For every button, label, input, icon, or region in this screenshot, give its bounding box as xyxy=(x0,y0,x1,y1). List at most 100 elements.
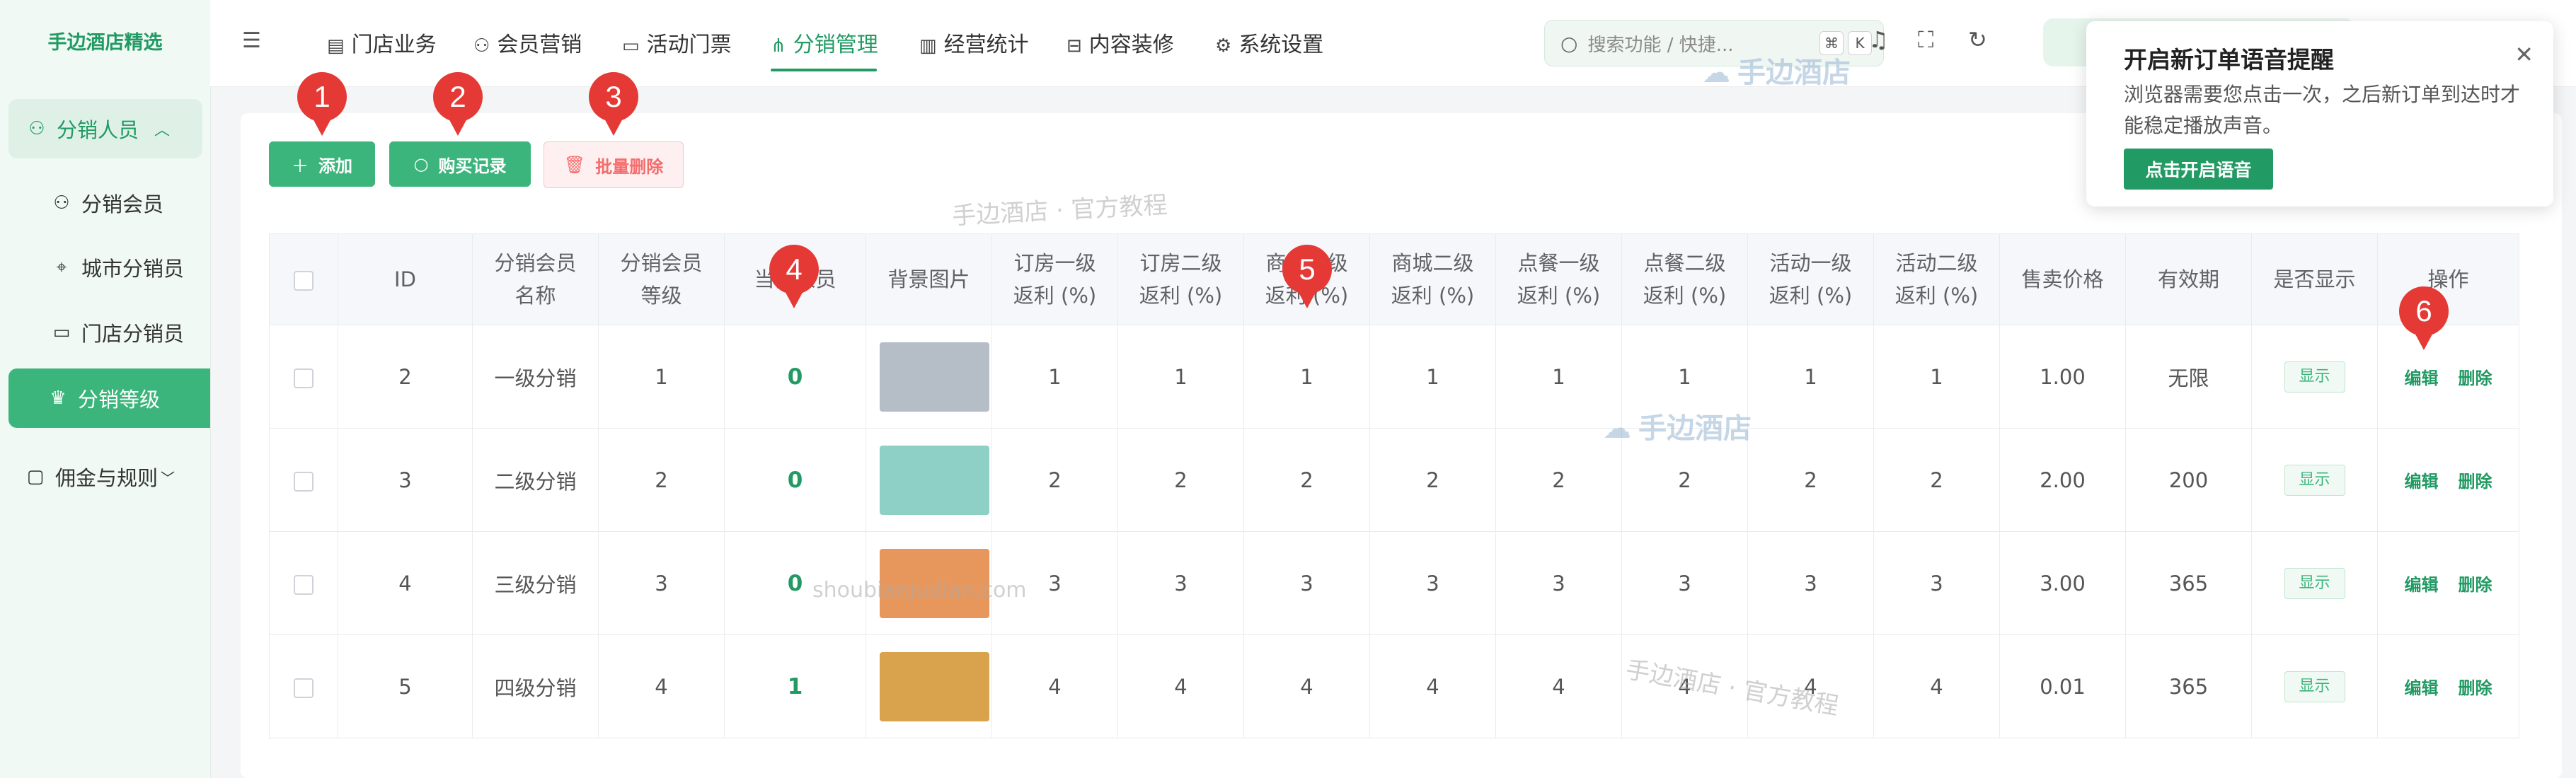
cell-name: 三级分销 xyxy=(472,531,599,635)
tab-settings[interactable]: ⚙ 系统设置 xyxy=(1215,27,1323,58)
edit-link[interactable]: 编辑 xyxy=(2405,472,2439,492)
tab-label: 系统设置 xyxy=(1238,33,1324,57)
column-header: 订房一级 返利 (%) xyxy=(991,233,1118,325)
sidebar-item-city-distributors[interactable]: ⌖ 城市分销员 xyxy=(8,238,210,297)
tab-label: 经营统计 xyxy=(943,33,1029,57)
edit-link[interactable]: 编辑 xyxy=(2405,575,2439,595)
gear-icon: ⚙ xyxy=(1215,35,1232,57)
cell-visibility: 显示 xyxy=(2251,428,2378,532)
refresh-icon[interactable]: ↻ xyxy=(1968,26,1987,53)
thumbnail-image xyxy=(880,548,989,618)
sidebar-item-members[interactable]: ⚇ 分销会员 xyxy=(8,173,210,233)
delete-link[interactable]: 删除 xyxy=(2459,575,2492,595)
cell-rebate: 1 xyxy=(1873,325,2000,429)
add-button[interactable]: ＋ 添加 xyxy=(269,141,375,187)
cell-background-image xyxy=(866,531,992,635)
cell-member-count[interactable]: 0 xyxy=(724,531,866,635)
cell-rebate: 1 xyxy=(1117,325,1244,429)
column-header: 订房二级 返利 (%) xyxy=(1117,233,1244,325)
column-header: 活动一级 返利 (%) xyxy=(1747,233,1874,325)
cell-rebate: 3 xyxy=(1873,531,2000,635)
cell-rebate: 2 xyxy=(1747,428,1874,532)
row-checkbox[interactable] xyxy=(269,531,338,635)
tab-store-business[interactable]: ▤ 门店业务 xyxy=(327,27,437,58)
tab-label: 活动门票 xyxy=(646,33,732,57)
cell-rebate: 4 xyxy=(1495,634,1622,738)
status-badge: 显示 xyxy=(2284,361,2345,393)
cell-id: 2 xyxy=(338,325,473,429)
cell-rebate: 2 xyxy=(991,428,1118,532)
search-placeholder: 搜索功能 / 快捷... xyxy=(1587,34,1734,56)
tab-distribution[interactable]: ⋔ 分销管理 xyxy=(771,27,878,58)
tab-statistics[interactable]: ▥ 经营统计 xyxy=(919,27,1029,58)
shortcut-key: ⌘ xyxy=(1819,31,1844,55)
folder-icon: ▢ xyxy=(26,466,45,487)
cell-member-count[interactable]: 0 xyxy=(724,325,866,429)
cell-visibility: 显示 xyxy=(2251,531,2378,635)
row-checkbox[interactable] xyxy=(269,325,338,429)
delete-link[interactable]: 删除 xyxy=(2459,678,2492,698)
column-header: 售卖价格 xyxy=(1999,233,2126,325)
tab-decoration[interactable]: ⊟ 内容装修 xyxy=(1066,27,1174,58)
status-badge: 显示 xyxy=(2284,464,2345,496)
paint-roller-icon: ⊟ xyxy=(1066,35,1082,57)
cell-rebate: 1 xyxy=(1369,325,1496,429)
column-header: 分销会员 等级 xyxy=(598,233,725,325)
bell-icon[interactable]: ♫ xyxy=(1868,26,1889,53)
sidebar-item-label: 门店分销员 xyxy=(81,322,185,346)
close-icon[interactable]: ✕ xyxy=(2514,41,2534,68)
add-button-label: 添加 xyxy=(318,156,352,176)
cell-validity: 无限 xyxy=(2125,325,2252,429)
select-all-checkbox[interactable] xyxy=(269,233,338,325)
purchase-records-button[interactable]: ○ 购买记录 xyxy=(389,141,531,187)
tab-member-marketing[interactable]: ⚇ 会员营销 xyxy=(473,27,582,58)
fullscreen-icon[interactable]: ⛶ xyxy=(1918,26,1933,54)
enable-voice-button[interactable]: 点击开启语音 xyxy=(2124,149,2273,190)
annotation-marker: 6 xyxy=(2399,286,2449,352)
cell-rebate: 4 xyxy=(991,634,1118,738)
sidebar-item-store-distributors[interactable]: ▭ 门店分销员 xyxy=(8,303,210,362)
table-row: 3 二级分销 2 0 2 2 2 2 2 2 2 2 2.00 200 显示 编辑 删除 xyxy=(269,428,2519,532)
location-icon: ⌖ xyxy=(56,256,67,278)
cell-rebate: 1 xyxy=(1495,325,1622,429)
cell-member-count[interactable]: 0 xyxy=(724,428,866,532)
tab-event-tickets[interactable]: ▭ 活动门票 xyxy=(622,27,732,58)
sidebar-item-label: 分销会员 xyxy=(81,192,164,216)
delete-link[interactable]: 删除 xyxy=(2459,368,2492,388)
delete-link[interactable]: 删除 xyxy=(2459,472,2492,492)
cell-actions: 编辑 删除 xyxy=(2377,428,2519,532)
thumbnail-image xyxy=(880,445,989,515)
levels-table: ID 分销会员 名称 分销会员 等级 当前人员 背景图片 订房一级 返利 (%)… xyxy=(269,233,2519,738)
sidebar-group-distributors[interactable]: ⚇ 分销人员 ︿ xyxy=(8,99,202,158)
store-icon: ▤ xyxy=(327,35,345,57)
search-input[interactable]: ○ 搜索功能 / 快捷... ⌘ K xyxy=(1544,20,1884,66)
popup-title: 开启新订单语音提醒 xyxy=(2124,46,2334,74)
popup-body: 浏览器需要您点击一次，之后新订单到达时才能稳定播放声音。 xyxy=(2124,83,2521,137)
cell-rebate: 4 xyxy=(1369,634,1496,738)
cell-rebate: 2 xyxy=(1117,428,1244,532)
tab-label: 分销管理 xyxy=(793,33,878,57)
table-row: 5 四级分销 4 1 4 4 4 4 4 4 4 4 0.01 365 显示 编辑 删除 xyxy=(269,634,2519,738)
cell-price: 1.00 xyxy=(1999,325,2126,429)
menu-collapse-icon[interactable]: ☰ xyxy=(242,28,261,53)
sidebar-item-levels[interactable]: ♛ 分销等级 xyxy=(8,368,210,428)
edit-link[interactable]: 编辑 xyxy=(2405,368,2439,388)
cell-rebate: 1 xyxy=(1243,325,1370,429)
cell-background-image xyxy=(866,325,992,429)
row-checkbox[interactable] xyxy=(269,634,338,738)
row-checkbox[interactable] xyxy=(269,428,338,532)
active-tab-indicator xyxy=(771,69,877,71)
cell-rebate: 1 xyxy=(991,325,1118,429)
batch-delete-button[interactable]: 🗑 批量删除 xyxy=(544,141,684,188)
edit-link[interactable]: 编辑 xyxy=(2405,678,2439,698)
tab-label: 会员营销 xyxy=(497,33,582,57)
column-header: 背景图片 xyxy=(866,233,992,325)
annotation-marker: 5 xyxy=(1282,245,1332,310)
tab-label: 内容装修 xyxy=(1088,33,1174,57)
column-header: 点餐一级 返利 (%) xyxy=(1495,233,1622,325)
cell-member-count[interactable]: 1 xyxy=(724,634,866,738)
cell-price: 0.01 xyxy=(1999,634,2126,738)
cell-id: 5 xyxy=(338,634,473,738)
sidebar-item-label: 城市分销员 xyxy=(81,257,185,281)
sidebar-group-commission[interactable]: ▢ 佣金与规则 ﹀ xyxy=(21,447,223,506)
